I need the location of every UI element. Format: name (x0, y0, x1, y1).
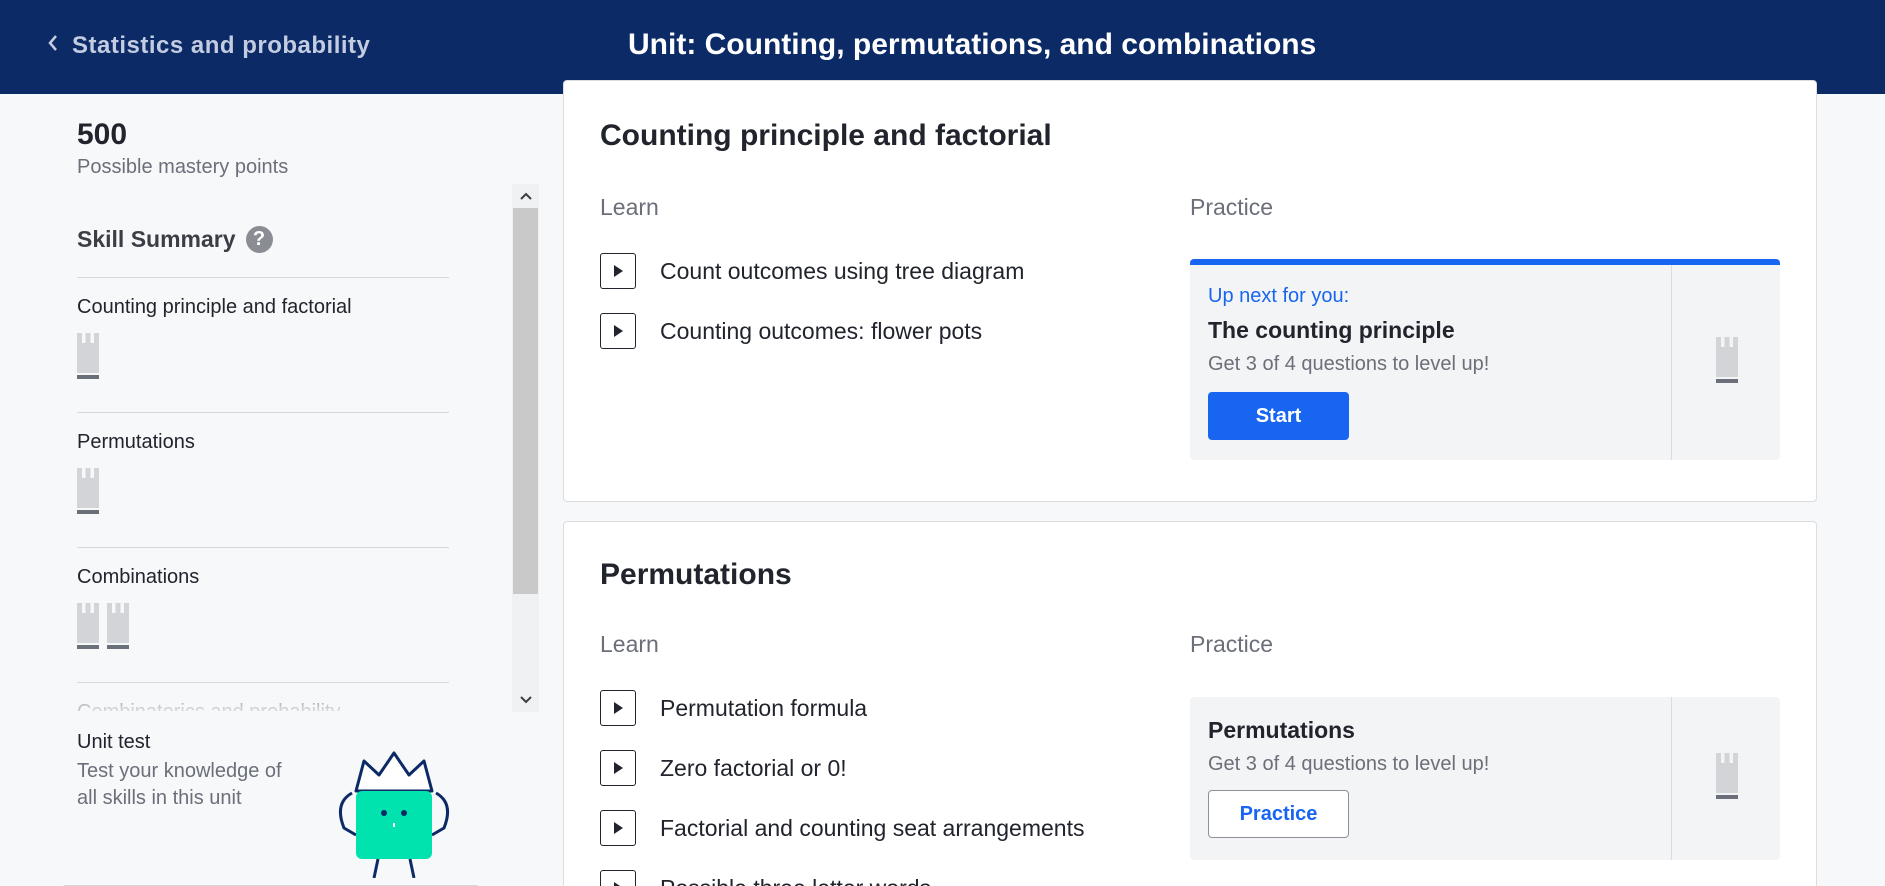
lesson-title: Zero factorial or 0! (660, 754, 847, 781)
practice-title: The counting principle (1208, 317, 1455, 343)
skill-name[interactable]: Combinatorics and probability (77, 682, 449, 723)
help-icon[interactable]: ? (245, 226, 273, 253)
lesson-title: Counting outcomes: flower pots (660, 317, 983, 344)
play-icon (600, 313, 636, 349)
practice-card: Up next for you: The counting principle … (1190, 259, 1780, 460)
lesson-link[interactable]: Factorial and counting seat arrangements (600, 810, 1084, 846)
crown-icon (107, 603, 129, 651)
play-icon (600, 253, 636, 289)
play-icon (600, 690, 636, 726)
sidebar-scrollbar[interactable] (512, 184, 539, 712)
mastery-crowns (77, 333, 449, 381)
scrollbar-thumb[interactable] (513, 208, 538, 594)
scroll-up-icon[interactable] (512, 184, 539, 208)
unit-title: Unit: Counting, permutations, and combin… (628, 28, 1317, 61)
practice-label: Practice (1190, 194, 1274, 220)
skill-summary-heading: Skill Summary ? (77, 226, 273, 253)
crown-icon (77, 603, 99, 651)
unit-test-title: Unit test (77, 731, 151, 753)
skill-summary-label: Skill Summary (77, 226, 236, 252)
skill-item[interactable]: Combinations (77, 547, 449, 682)
section-card: Counting principle and factorial Learn P… (563, 80, 1817, 502)
start-button[interactable]: Start (1208, 392, 1349, 440)
skill-item[interactable]: Counting principle and factorial (77, 277, 449, 412)
mastery-points-value: 500 (77, 118, 128, 151)
practice-label: Practice (1190, 631, 1274, 657)
divider (1671, 697, 1672, 860)
play-icon (600, 810, 636, 846)
scroll-down-icon[interactable] (512, 688, 539, 712)
mastery-crowns (77, 468, 449, 516)
back-link-label: Statistics and probability (72, 32, 371, 59)
lesson-title: Possible three letter words (660, 875, 931, 886)
practice-subtitle: Get 3 of 4 questions to level up! (1208, 353, 1490, 375)
skill-item[interactable]: Permutations (77, 412, 449, 547)
up-next-label: Up next for you: (1208, 285, 1350, 307)
chevron-left-icon (46, 32, 60, 60)
lesson-link[interactable]: Permutation formula (600, 690, 867, 726)
divider (1671, 265, 1672, 460)
lesson-title: Permutation formula (660, 694, 868, 721)
section-title: Permutations (600, 558, 792, 591)
crown-icon (77, 333, 99, 381)
lesson-link[interactable]: Counting outcomes: flower pots (600, 313, 982, 349)
skill-name: Combinations (77, 566, 200, 588)
learn-label: Learn (600, 631, 659, 657)
mastery-crowns (77, 603, 449, 651)
skill-name: Permutations (77, 431, 195, 453)
lesson-link[interactable]: Count outcomes using tree diagram (600, 253, 1024, 289)
crown-icon (77, 468, 99, 516)
sidebar: 500 Possible mastery points Skill Summar… (0, 94, 555, 886)
mastery-points-label: Possible mastery points (77, 156, 289, 178)
unit-test-card[interactable]: Unit test Test your knowledge of all ski… (64, 711, 478, 886)
skill-name: Counting principle and factorial (77, 296, 352, 318)
lesson-title: Count outcomes using tree diagram (660, 257, 1025, 284)
learn-label: Learn (600, 194, 659, 220)
crown-icon (1716, 753, 1738, 801)
lesson-link[interactable]: Possible three letter words (600, 870, 931, 886)
section-card: Permutations Learn Practice Permutation … (563, 521, 1817, 886)
back-link[interactable]: Statistics and probability (46, 32, 370, 60)
crown-icon (1716, 337, 1738, 385)
lesson-title: Factorial and counting seat arrangements (660, 814, 1085, 841)
lesson-link[interactable]: Zero factorial or 0! (600, 750, 847, 786)
play-icon (600, 870, 636, 886)
practice-card: Permutations Get 3 of 4 questions to lev… (1190, 697, 1780, 860)
unit-test-mascot-icon (334, 743, 454, 883)
play-icon (600, 750, 636, 786)
practice-title: Permutations (1208, 717, 1355, 743)
unit-test-description: Test your knowledge of all skills in thi… (77, 760, 282, 809)
practice-subtitle: Get 3 of 4 questions to level up! (1208, 753, 1490, 775)
practice-button[interactable]: Practice (1208, 790, 1349, 838)
section-title: Counting principle and factorial (600, 119, 1052, 152)
